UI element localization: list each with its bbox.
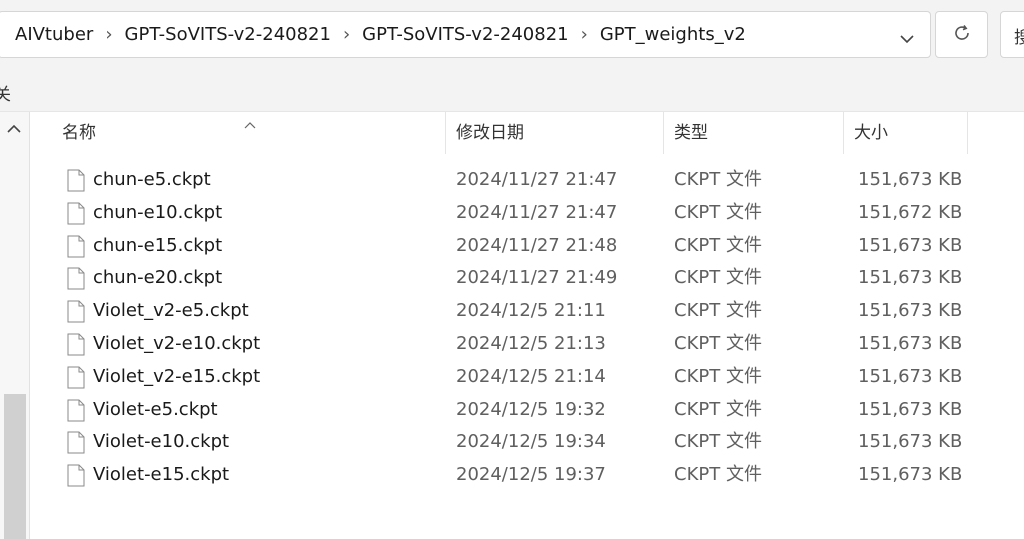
file-modified: 2024/12/5 21:13 xyxy=(456,333,606,354)
nav-scrollbar-thumb[interactable] xyxy=(4,394,26,539)
file-icon xyxy=(67,202,85,229)
file-row[interactable]: Violet-e10.ckpt 2024/12/5 19:34 CKPT 文件 151… xyxy=(30,426,1024,458)
file-name: Violet-e15.ckpt xyxy=(93,464,230,486)
file-row[interactable]: Violet-e5.ckpt 2024/12/5 19:32 CKPT 文件 151,… xyxy=(30,394,1024,426)
file-type: CKPT 文件 xyxy=(674,365,762,387)
address-bar[interactable]: AIVtuber › GPT-SoVITS-v2-240821 › GPT-So… xyxy=(0,11,931,58)
file-modified: 2024/11/27 21:48 xyxy=(456,234,618,256)
file-name: Violet_v2-e15.ckpt xyxy=(93,365,261,387)
file-name: Violet_v2-e5.ckpt xyxy=(93,300,249,322)
file-icon xyxy=(67,300,85,327)
sort-ascending-icon xyxy=(244,114,256,133)
file-size: 151,673 KB xyxy=(858,267,963,289)
file-type: CKPT 文件 xyxy=(674,267,762,289)
file-modified: 2024/12/5 21:11 xyxy=(456,300,606,322)
file-size: 151,673 KB xyxy=(858,398,963,420)
file-type: CKPT 文件 xyxy=(674,300,762,322)
column-header-type[interactable]: 类型 xyxy=(664,112,844,154)
file-modified: 2024/11/27 21:49 xyxy=(456,267,618,289)
search-box[interactable]: 搜 xyxy=(1000,11,1024,58)
file-icon xyxy=(67,431,85,458)
file-type: CKPT 文件 xyxy=(674,234,762,256)
command-bar: 关 xyxy=(0,72,1024,112)
file-row[interactable]: Violet_v2-e15.ckpt 2024/12/5 21:14 CKPT 文件… xyxy=(30,361,1024,393)
column-header-size[interactable]: 大小 xyxy=(844,112,968,154)
chevron-up-icon[interactable] xyxy=(7,118,21,137)
refresh-icon xyxy=(952,23,972,47)
file-modified: 2024/12/5 21:14 xyxy=(456,365,606,387)
breadcrumb-separator[interactable]: › xyxy=(95,24,122,45)
file-modified: 2024/12/5 19:34 xyxy=(456,431,606,453)
file-name: Violet-e5.ckpt xyxy=(93,398,218,420)
file-type: CKPT 文件 xyxy=(674,398,762,420)
file-row[interactable]: chun-e20.ckpt 2024/11/27 21:49 CKPT 文件 151,… xyxy=(30,262,1024,294)
file-icon xyxy=(67,169,85,196)
file-name: Violet_v2-e10.ckpt xyxy=(93,333,261,354)
file-name: chun-e15.ckpt xyxy=(93,234,223,256)
file-type: CKPT 文件 xyxy=(674,431,762,453)
column-header-modified[interactable]: 修改日期 xyxy=(446,112,664,154)
file-modified: 2024/11/27 21:47 xyxy=(456,201,618,223)
file-size: 151,673 KB xyxy=(858,365,963,387)
chevron-down-icon[interactable] xyxy=(893,25,921,53)
file-modified: 2024/11/27 21:47 xyxy=(456,169,618,190)
file-row[interactable]: chun-e15.ckpt 2024/11/27 21:48 CKPT 文件 151,… xyxy=(30,230,1024,262)
file-type: CKPT 文件 xyxy=(674,169,762,190)
file-modified: 2024/12/5 19:32 xyxy=(456,398,606,420)
file-icon xyxy=(67,399,85,426)
breadcrumb-gpt-weights-v2[interactable]: GPT_weights_v2 xyxy=(598,24,748,45)
file-row[interactable]: Violet-e15.ckpt 2024/12/5 19:37 CKPT 文件 151… xyxy=(30,459,1024,491)
file-size: 151,673 KB xyxy=(858,169,963,190)
file-size: 151,673 KB xyxy=(858,464,963,486)
file-row[interactable]: Violet_v2-e10.ckpt 2024/12/5 21:13 CKPT 文件… xyxy=(30,328,1024,360)
file-name: Violet-e10.ckpt xyxy=(93,431,230,453)
breadcrumb-gpt-sovits-outer[interactable]: GPT-SoVITS-v2-240821 xyxy=(123,24,333,45)
file-size: 151,673 KB xyxy=(858,234,963,256)
file-icon xyxy=(67,235,85,262)
file-name: chun-e20.ckpt xyxy=(93,267,223,289)
file-size: 151,672 KB xyxy=(858,201,963,223)
breadcrumb-aivtuber[interactable]: AIVtuber xyxy=(13,24,95,45)
file-icon xyxy=(67,464,85,491)
breadcrumb-gpt-sovits-inner[interactable]: GPT-SoVITS-v2-240821 xyxy=(360,24,570,45)
breadcrumb-separator[interactable]: › xyxy=(571,24,598,45)
file-modified: 2024/12/5 19:37 xyxy=(456,464,606,486)
file-icon xyxy=(67,366,85,393)
file-type: CKPT 文件 xyxy=(674,333,762,354)
file-type: CKPT 文件 xyxy=(674,464,762,486)
file-row[interactable]: Violet_v2-e5.ckpt 2024/12/5 21:11 CKPT 文件 1… xyxy=(30,295,1024,327)
refresh-button[interactable] xyxy=(935,11,988,58)
address-toolbar: AIVtuber › GPT-SoVITS-v2-240821 › GPT-So… xyxy=(0,0,1024,72)
breadcrumb-separator[interactable]: › xyxy=(333,24,360,45)
file-icon xyxy=(67,267,85,294)
file-row[interactable]: chun-e5.ckpt 2024/11/27 21:47 CKPT 文件 151,6… xyxy=(30,164,1024,196)
file-size: 151,673 KB xyxy=(858,333,963,354)
command-bar-partial-label[interactable]: 关 xyxy=(0,80,11,105)
file-size: 151,673 KB xyxy=(858,431,963,453)
file-name: chun-e5.ckpt xyxy=(93,169,211,190)
navigation-pane[interactable] xyxy=(0,112,30,539)
file-icon xyxy=(67,333,85,360)
file-type: CKPT 文件 xyxy=(674,201,762,223)
file-row[interactable]: chun-e10.ckpt 2024/11/27 21:47 CKPT 文件 151,… xyxy=(30,197,1024,229)
column-header-row: 名称 修改日期 类型 大小 xyxy=(30,112,1024,154)
file-name: chun-e10.ckpt xyxy=(93,201,223,223)
file-size: 151,673 KB xyxy=(858,300,963,322)
